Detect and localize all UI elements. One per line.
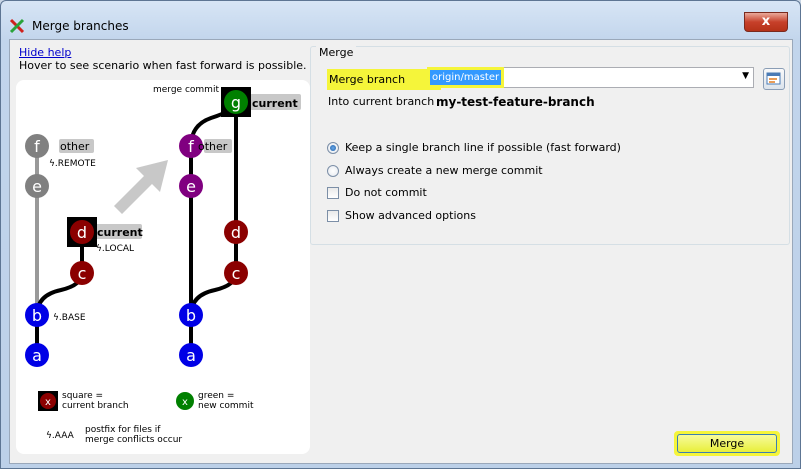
fast-forward-label[interactable]: Keep a single branch line if possible (f… (345, 140, 621, 156)
legend-green: x green = new commit (176, 391, 254, 411)
transition-arrow-icon (114, 160, 168, 214)
git-extensions-icon (9, 18, 25, 34)
merge-button[interactable]: Merge (674, 431, 780, 456)
left-node-f-label: f (34, 137, 40, 156)
always-new-commit-label[interactable]: Always create a new merge commit (345, 163, 543, 179)
into-current-branch-label: Into current branch (328, 95, 435, 108)
legend-square-text-1: square = (62, 391, 103, 401)
merge-branch-value: origin/master (430, 70, 502, 85)
close-icon: x (761, 14, 771, 29)
legend-square: x square = current branch (38, 391, 129, 411)
left-node-b-label: b (32, 306, 42, 325)
radio-selected-icon[interactable] (327, 142, 339, 154)
legend-green-text-1: green = (198, 391, 234, 401)
right-node-d: d (224, 220, 248, 244)
left-current-label: current (97, 226, 143, 239)
window-title: Merge branches (32, 19, 129, 33)
left-local-label: ϟ.LOCAL (96, 244, 134, 254)
merge-branch-label: Merge branch (327, 69, 441, 90)
merge-diagram: f other ϟ.REMOTE e d current ϟ.LOCAL c b… (25, 85, 301, 445)
left-node-d-label: d (77, 223, 87, 242)
merge-branch-combobox[interactable]: origin/master ▼ (427, 67, 754, 88)
right-current-label: current (252, 97, 298, 110)
merge-button-label[interactable]: Merge (677, 434, 777, 453)
branch-browse-button[interactable] (763, 68, 785, 90)
right-node-a-label: a (186, 346, 196, 365)
right-node-c-label: c (232, 264, 241, 283)
chevron-down-icon[interactable]: ▼ (742, 71, 749, 81)
right-node-g-current: g current (221, 87, 301, 117)
left-base-label: ϟ.BASE (53, 313, 86, 323)
do-not-commit-label[interactable]: Do not commit (345, 185, 427, 201)
merge-group-title: Merge (316, 46, 357, 59)
legend-postfix: ϟ.AAA postfix for files if merge conflic… (46, 425, 182, 445)
left-node-d-current: d current ϟ.LOCAL (67, 217, 143, 254)
legend-postfix-symbol: ϟ.AAA (46, 431, 75, 441)
merge-branches-window: Merge branches x Hide help Hover to see … (0, 0, 801, 469)
merge-help-illustration: f other ϟ.REMOTE e d current ϟ.LOCAL c b… (16, 80, 310, 454)
radio-unselected-icon[interactable] (327, 165, 339, 177)
legend-square-symbol: x (45, 397, 51, 408)
hide-help-link[interactable]: Hide help (19, 46, 71, 59)
right-node-f: f other (179, 134, 232, 158)
right-node-d-label: d (231, 223, 241, 242)
legend-green-text-2: new commit (198, 401, 254, 411)
right-other-label: other (198, 140, 228, 153)
legend-postfix-text-1: postfix for files if (85, 425, 161, 435)
left-node-c-label: c (78, 264, 87, 283)
dialog-body: Hide help Hover to see scenario when fas… (9, 39, 793, 464)
right-node-c: c (224, 261, 248, 285)
current-branch-name: my-test-feature-branch (436, 95, 595, 109)
merge-commit-label: merge commit (153, 85, 219, 95)
checkbox-icon[interactable] (327, 210, 339, 222)
show-advanced-label[interactable]: Show advanced options (345, 208, 476, 224)
branch-list-icon (766, 72, 781, 85)
left-node-a-label: a (32, 346, 42, 365)
legend-green-symbol: x (182, 397, 188, 408)
title-bar[interactable]: Merge branches x (1, 1, 800, 39)
left-node-e: e (25, 174, 49, 198)
left-other-label: other (60, 140, 90, 153)
right-node-b-label: b (186, 306, 196, 325)
left-node-b: b ϟ.BASE (25, 303, 86, 327)
right-node-b: b (179, 303, 203, 327)
right-node-e: e (179, 174, 203, 198)
right-node-a: a (179, 343, 203, 367)
right-node-e-label: e (186, 177, 196, 196)
left-node-c: c (70, 261, 94, 285)
left-remote-label: ϟ.REMOTE (49, 159, 96, 169)
close-button[interactable]: x (744, 12, 788, 32)
merge-groupbox: Merge Merge branch origin/master ▼ Into … (310, 46, 790, 245)
left-node-e-label: e (32, 177, 42, 196)
left-node-a: a (25, 343, 49, 367)
help-hover-text: Hover to see scenario when fast forward … (19, 59, 307, 72)
legend-square-text-2: current branch (62, 401, 129, 411)
right-node-f-label: f (188, 137, 194, 156)
legend-postfix-text-2: merge conflicts occur (85, 435, 182, 445)
checkbox-icon[interactable] (327, 187, 339, 199)
right-node-g-label: g (231, 93, 241, 112)
